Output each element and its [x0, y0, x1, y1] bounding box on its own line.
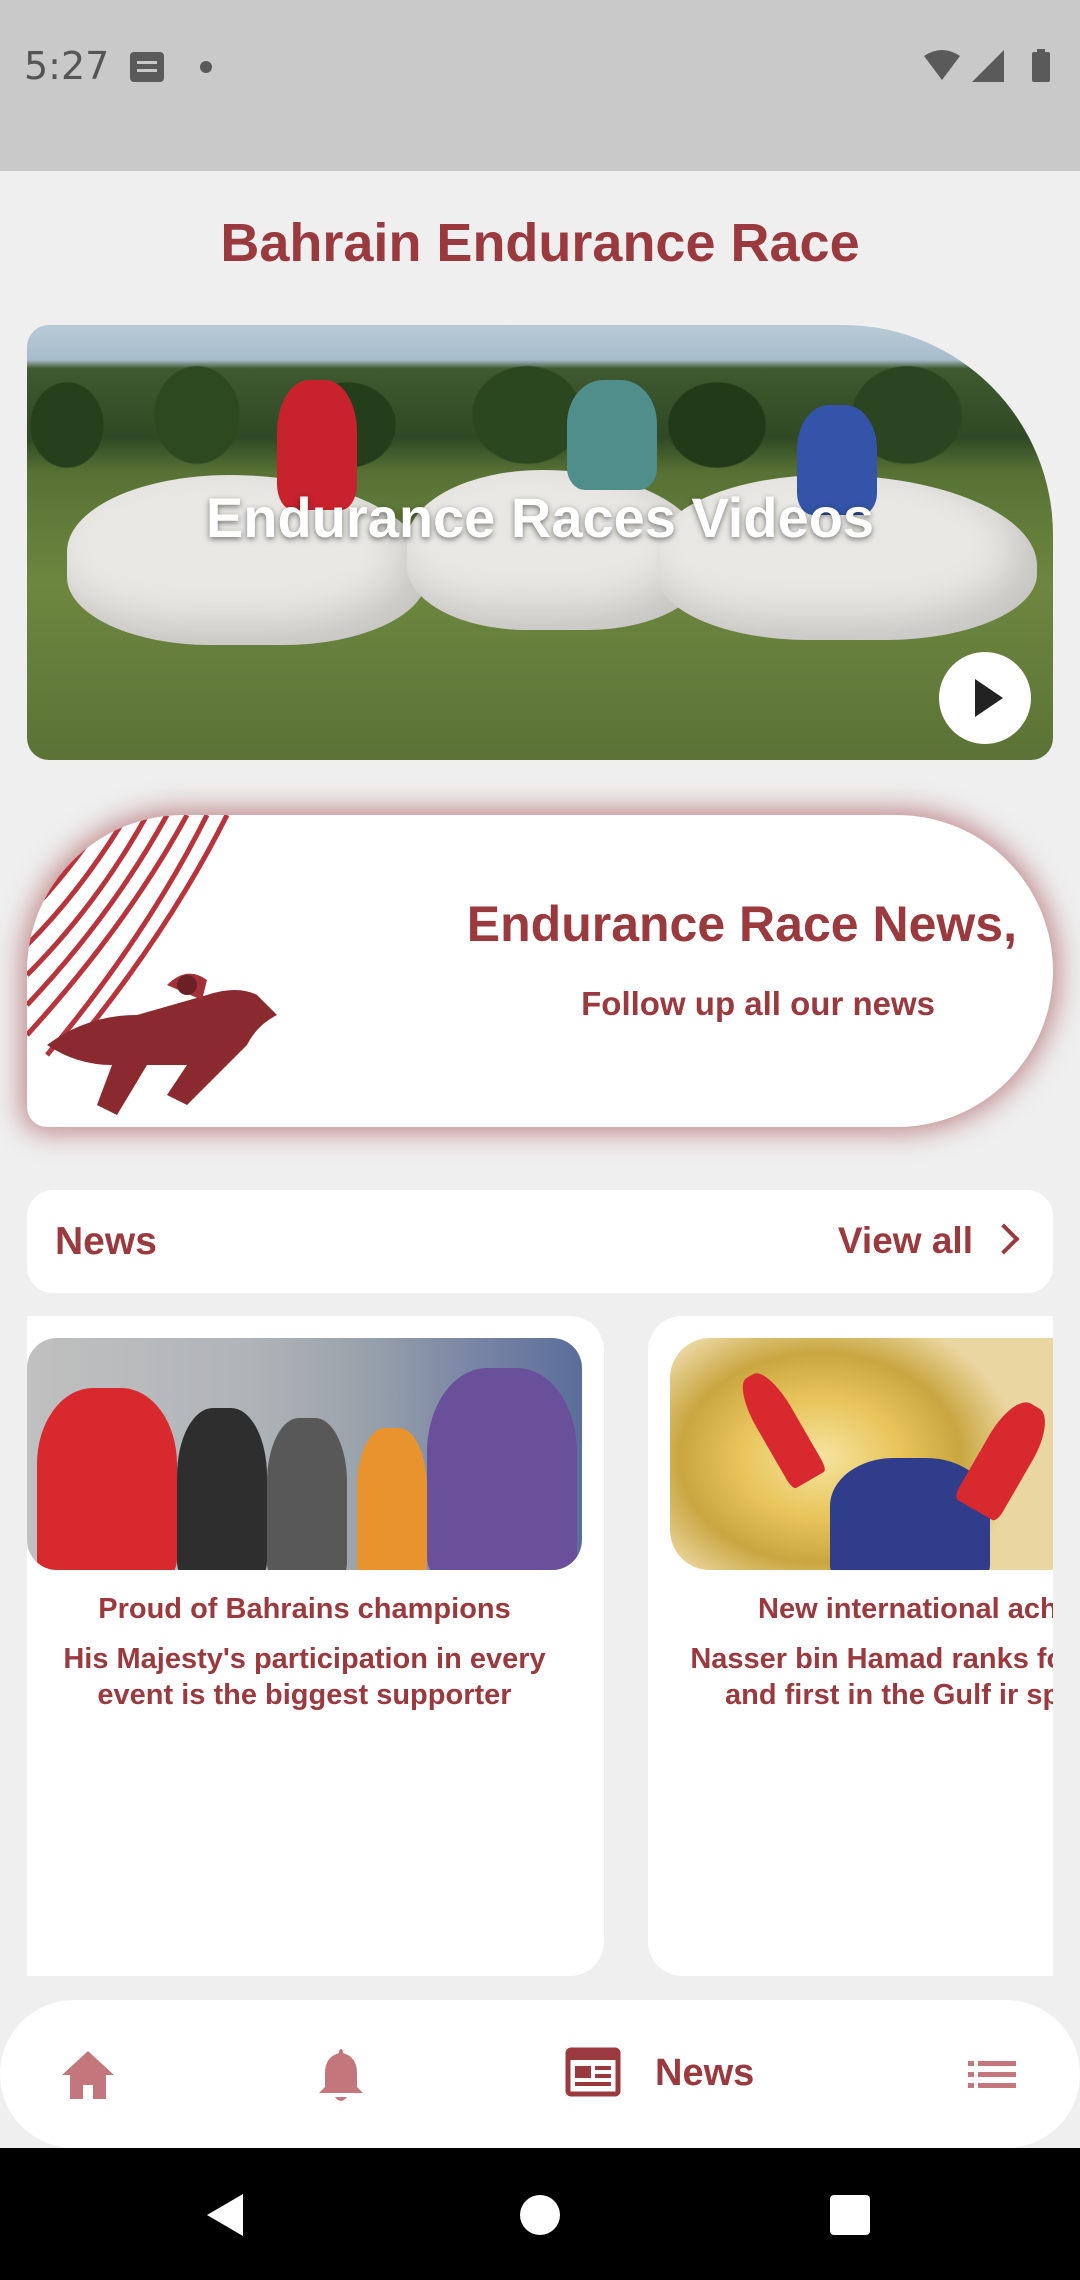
- news-banner-subtitle: Follow up all our news: [581, 985, 935, 1022]
- person-image: [267, 1418, 347, 1570]
- home-circle-icon[interactable]: [520, 2195, 560, 2235]
- person-image: [953, 1393, 1053, 1523]
- notification-dot-icon: [200, 61, 212, 73]
- person-image: [732, 1366, 828, 1490]
- status-bar: 5:27: [0, 0, 1080, 171]
- system-navigation-bar: [0, 2148, 1080, 2280]
- news-card[interactable]: New international achie Nasser bin Hamad…: [648, 1316, 1053, 1976]
- news-card-image: [670, 1338, 1053, 1570]
- bell-icon[interactable]: [313, 2040, 369, 2110]
- rider-image: [567, 380, 657, 490]
- menu-list-icon[interactable]: [966, 2040, 1018, 2110]
- news-card-title: Proud of Bahrains champions: [98, 1593, 511, 1625]
- play-icon[interactable]: [939, 652, 1031, 744]
- racing-horses-illustration: [27, 815, 277, 1115]
- home-icon[interactable]: [58, 2040, 118, 2110]
- bottom-navigation: News: [0, 2000, 1080, 2148]
- news-banner[interactable]: Endurance Race News, Follow up all our n…: [27, 815, 1053, 1127]
- wifi-icon: [924, 50, 960, 80]
- news-card-image: [27, 1338, 582, 1570]
- news-carousel[interactable]: Proud of Bahrains champions His Majesty'…: [27, 1316, 1053, 1976]
- person-image: [357, 1428, 427, 1570]
- page-title: Bahrain Endurance Race: [220, 213, 860, 273]
- news-card[interactable]: Proud of Bahrains champions His Majesty'…: [27, 1316, 604, 1976]
- video-card-title: Endurance Races Videos: [205, 486, 875, 549]
- news-section-header: News View all: [27, 1190, 1053, 1293]
- nav-item-news[interactable]: News: [565, 2040, 765, 2110]
- news-banner-title: Endurance Race News,: [466, 896, 1017, 952]
- person-image: [177, 1408, 267, 1570]
- person-image: [37, 1388, 177, 1570]
- news-icon: [565, 2047, 621, 2097]
- view-all-link[interactable]: View all: [838, 1220, 973, 1262]
- cellular-icon: [972, 50, 1004, 82]
- news-card-title: New international achie: [758, 1593, 1053, 1625]
- person-image: [427, 1368, 577, 1570]
- back-icon[interactable]: [207, 2194, 243, 2236]
- battery-icon: [1032, 52, 1050, 82]
- status-time: 5:27: [24, 44, 110, 88]
- videos-card[interactable]: Endurance Races Videos: [27, 325, 1053, 760]
- news-card-description: His Majesty's participation in every eve…: [63, 1643, 546, 1711]
- chevron-right-icon[interactable]: [988, 1223, 1020, 1255]
- nav-news-label: News: [655, 2052, 755, 2094]
- recent-apps-icon[interactable]: [830, 2195, 870, 2235]
- news-section-label: News: [55, 1220, 157, 1263]
- status-icons: [924, 49, 1050, 82]
- news-card-description: Nasser bin Hamad ranks fo world and firs…: [690, 1643, 1053, 1711]
- notification-icon: [130, 52, 164, 82]
